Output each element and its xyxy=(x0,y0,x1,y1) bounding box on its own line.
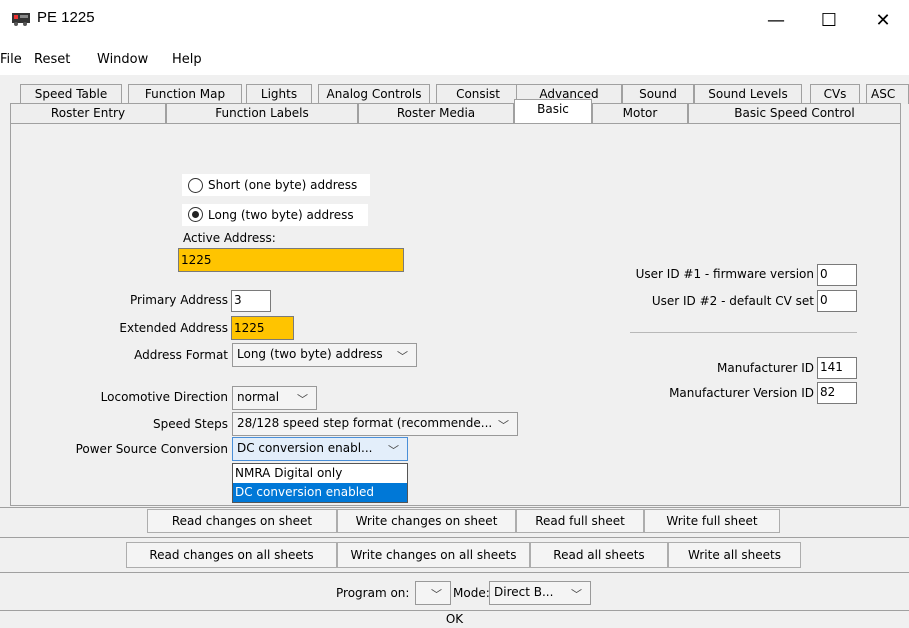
write-changes-sheet-button[interactable]: Write changes on sheet xyxy=(337,509,516,533)
menu-file[interactable]: File xyxy=(0,52,22,67)
read-changes-sheet-button[interactable]: Read changes on sheet xyxy=(147,509,337,533)
user-id1-label: User ID #1 - firmware version xyxy=(635,267,814,281)
chevron-down-icon: ﹀ xyxy=(571,588,582,601)
divider xyxy=(0,507,909,508)
manufacturer-id-field[interactable]: 141 xyxy=(817,357,857,379)
manufacturer-version-field[interactable]: 82 xyxy=(817,382,857,404)
mode-label: Mode: xyxy=(453,586,490,600)
power-option-nmra[interactable]: NMRA Digital only xyxy=(233,464,407,483)
long-address-option[interactable]: Long (two byte) address xyxy=(182,204,368,226)
tab-lights[interactable]: Lights xyxy=(246,84,312,104)
tab-sound-levels[interactable]: Sound Levels xyxy=(694,84,802,104)
tab-sound[interactable]: Sound xyxy=(622,84,694,104)
manufacturer-version-label: Manufacturer Version ID xyxy=(669,386,814,400)
power-source-value: DC conversion enabl... xyxy=(237,441,373,455)
write-changes-all-button[interactable]: Write changes on all sheets xyxy=(337,542,530,568)
chevron-down-icon: ﹀ xyxy=(431,588,442,601)
address-format-select[interactable]: Long (two byte) address ﹀ xyxy=(232,343,417,367)
tab-motor[interactable]: Motor xyxy=(592,103,688,123)
program-on-label: Program on: xyxy=(336,586,410,600)
chevron-down-icon: ﹀ xyxy=(388,444,399,457)
user-id1-field[interactable]: 0 xyxy=(817,264,857,286)
long-address-label: Long (two byte) address xyxy=(208,208,354,222)
tab-roster-media[interactable]: Roster Media xyxy=(358,103,514,123)
tab-cvs[interactable]: CVs xyxy=(810,84,860,104)
locomotive-direction-value: normal xyxy=(237,390,280,404)
locomotive-direction-label: Locomotive Direction xyxy=(100,390,228,404)
locomotive-direction-select[interactable]: normal ﹀ xyxy=(232,386,317,410)
divider xyxy=(0,537,909,538)
ok-button[interactable]: OK xyxy=(0,611,909,628)
tab-roster-entry[interactable]: Roster Entry xyxy=(10,103,166,123)
speed-steps-value: 28/128 speed step format (recommende... xyxy=(237,416,493,430)
tab-function-map[interactable]: Function Map xyxy=(128,84,242,104)
program-on-select[interactable]: ﹀ xyxy=(415,581,451,605)
menu-window[interactable]: Window xyxy=(97,52,148,67)
short-address-radio[interactable] xyxy=(188,178,203,193)
tab-basic[interactable]: Basic xyxy=(514,99,592,124)
window-title: PE 1225 xyxy=(37,9,95,26)
train-icon xyxy=(12,13,30,26)
tab-asc[interactable]: ASC xyxy=(866,84,909,104)
extended-address-label: Extended Address xyxy=(119,321,228,335)
separator xyxy=(630,332,857,333)
tab-analog-controls[interactable]: Analog Controls xyxy=(318,84,430,104)
power-option-dc[interactable]: DC conversion enabled xyxy=(233,483,407,502)
chevron-down-icon: ﹀ xyxy=(498,419,509,432)
extended-address-field[interactable]: 1225 xyxy=(231,316,294,340)
address-format-value: Long (two byte) address xyxy=(237,347,383,361)
tab-speed-table[interactable]: Speed Table xyxy=(20,84,122,104)
chevron-down-icon: ﹀ xyxy=(397,350,408,363)
address-format-label: Address Format xyxy=(134,348,228,362)
maximize-button[interactable]: ☐ xyxy=(806,8,852,34)
manufacturer-id-label: Manufacturer ID xyxy=(717,361,814,375)
active-address-label: Active Address: xyxy=(183,231,276,245)
speed-steps-label: Speed Steps xyxy=(152,417,228,431)
read-changes-all-button[interactable]: Read changes on all sheets xyxy=(126,542,337,568)
active-address-field: 1225 xyxy=(178,248,404,272)
tab-function-labels[interactable]: Function Labels xyxy=(166,103,358,123)
primary-address-label: Primary Address xyxy=(130,293,228,307)
user-id2-label: User ID #2 - default CV set xyxy=(651,294,814,308)
write-full-sheet-button[interactable]: Write full sheet xyxy=(644,509,780,533)
close-button[interactable]: ✕ xyxy=(860,8,906,34)
menu-help[interactable]: Help xyxy=(172,52,202,67)
menu-reset[interactable]: Reset xyxy=(34,52,70,67)
minimize-button[interactable]: — xyxy=(753,8,799,34)
read-full-sheet-button[interactable]: Read full sheet xyxy=(516,509,644,533)
short-address-label: Short (one byte) address xyxy=(208,178,358,192)
tab-consist[interactable]: Consist xyxy=(436,84,520,104)
speed-steps-select[interactable]: 28/128 speed step format (recommende... … xyxy=(232,412,518,436)
power-source-select[interactable]: DC conversion enabl... ﹀ xyxy=(232,437,408,461)
write-all-sheets-button[interactable]: Write all sheets xyxy=(668,542,801,568)
mode-value: Direct B... xyxy=(494,585,554,599)
long-address-radio[interactable] xyxy=(188,207,203,222)
primary-address-field[interactable]: 3 xyxy=(231,290,271,312)
read-all-sheets-button[interactable]: Read all sheets xyxy=(530,542,668,568)
short-address-option[interactable]: Short (one byte) address xyxy=(182,174,370,196)
power-source-label: Power Source Conversion xyxy=(75,442,228,456)
divider xyxy=(0,572,909,573)
tab-basic-speed-control[interactable]: Basic Speed Control xyxy=(688,103,901,123)
chevron-down-icon: ﹀ xyxy=(297,393,308,406)
mode-select[interactable]: Direct B... ﹀ xyxy=(489,581,591,605)
power-source-dropdown: NMRA Digital only DC conversion enabled xyxy=(232,463,408,503)
user-id2-field[interactable]: 0 xyxy=(817,290,857,312)
